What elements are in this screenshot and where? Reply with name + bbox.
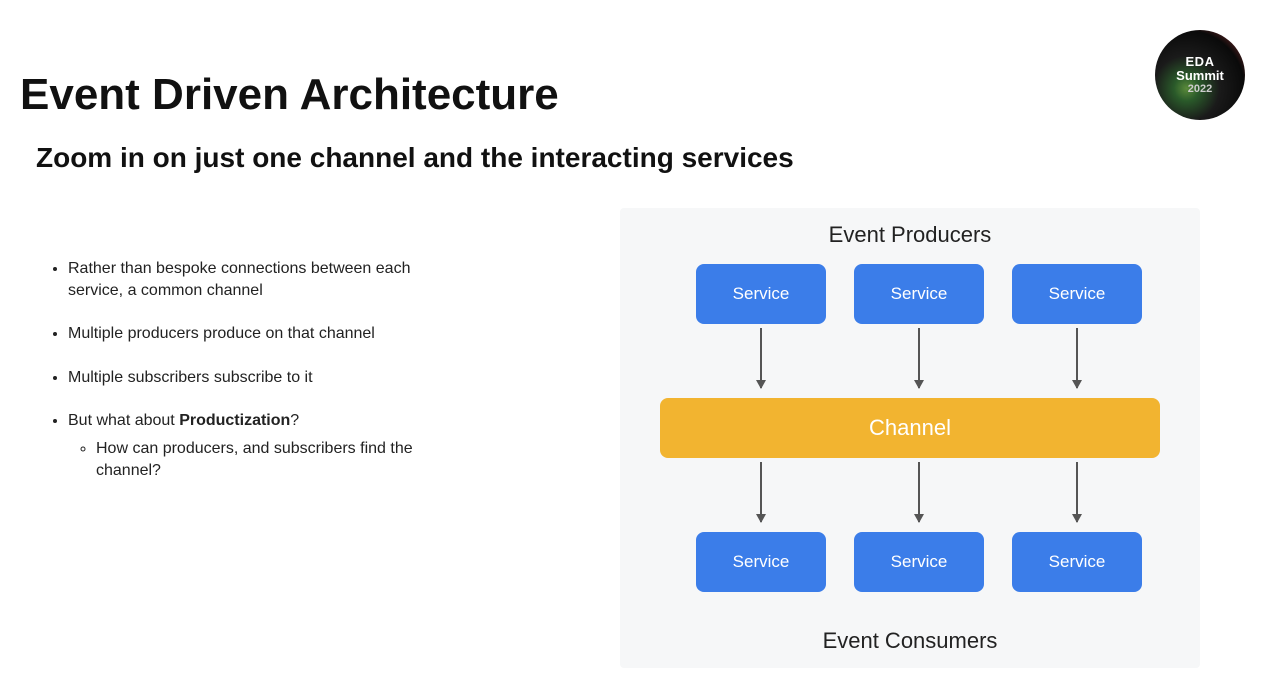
consumers-label: Event Consumers	[620, 628, 1200, 654]
producer-box-1: Service	[696, 264, 826, 324]
consumer-box-3: Service	[1012, 532, 1142, 592]
arrow-producer-2	[918, 328, 920, 388]
arrow-consumer-3	[1076, 462, 1078, 522]
bullet-4-sub-1: How can producers, and subscribers find …	[96, 438, 430, 481]
channel-box: Channel	[660, 398, 1160, 458]
producer-box-3: Service	[1012, 264, 1142, 324]
arrow-consumer-1	[760, 462, 762, 522]
bullet-4-prefix: But what about	[68, 412, 179, 429]
bullet-4: But what about Productization? How can p…	[68, 410, 430, 481]
consumer-box-2: Service	[854, 532, 984, 592]
bullet-list: Rather than bespoke connections between …	[50, 258, 430, 503]
producers-label: Event Producers	[620, 222, 1200, 248]
logo-line-2: Summit	[1176, 69, 1224, 83]
arrow-producer-3	[1076, 328, 1078, 388]
architecture-diagram: Event Producers Service Service Service …	[620, 208, 1200, 668]
bullet-1: Rather than bespoke connections between …	[68, 258, 430, 301]
bullet-4-bold: Productization	[179, 412, 290, 429]
slide-subtitle: Zoom in on just one channel and the inte…	[36, 142, 794, 174]
slide-title: Event Driven Architecture	[20, 70, 559, 120]
bullet-2: Multiple producers produce on that chann…	[68, 323, 430, 345]
bullet-4-suffix: ?	[290, 412, 299, 429]
arrow-consumer-2	[918, 462, 920, 522]
logo-line-1: EDA	[1186, 55, 1215, 69]
bullet-3: Multiple subscribers subscribe to it	[68, 367, 430, 389]
arrow-producer-1	[760, 328, 762, 388]
consumer-box-1: Service	[696, 532, 826, 592]
logo-line-3: 2022	[1188, 83, 1212, 95]
eda-summit-logo: EDA Summit 2022	[1155, 30, 1245, 120]
producer-box-2: Service	[854, 264, 984, 324]
